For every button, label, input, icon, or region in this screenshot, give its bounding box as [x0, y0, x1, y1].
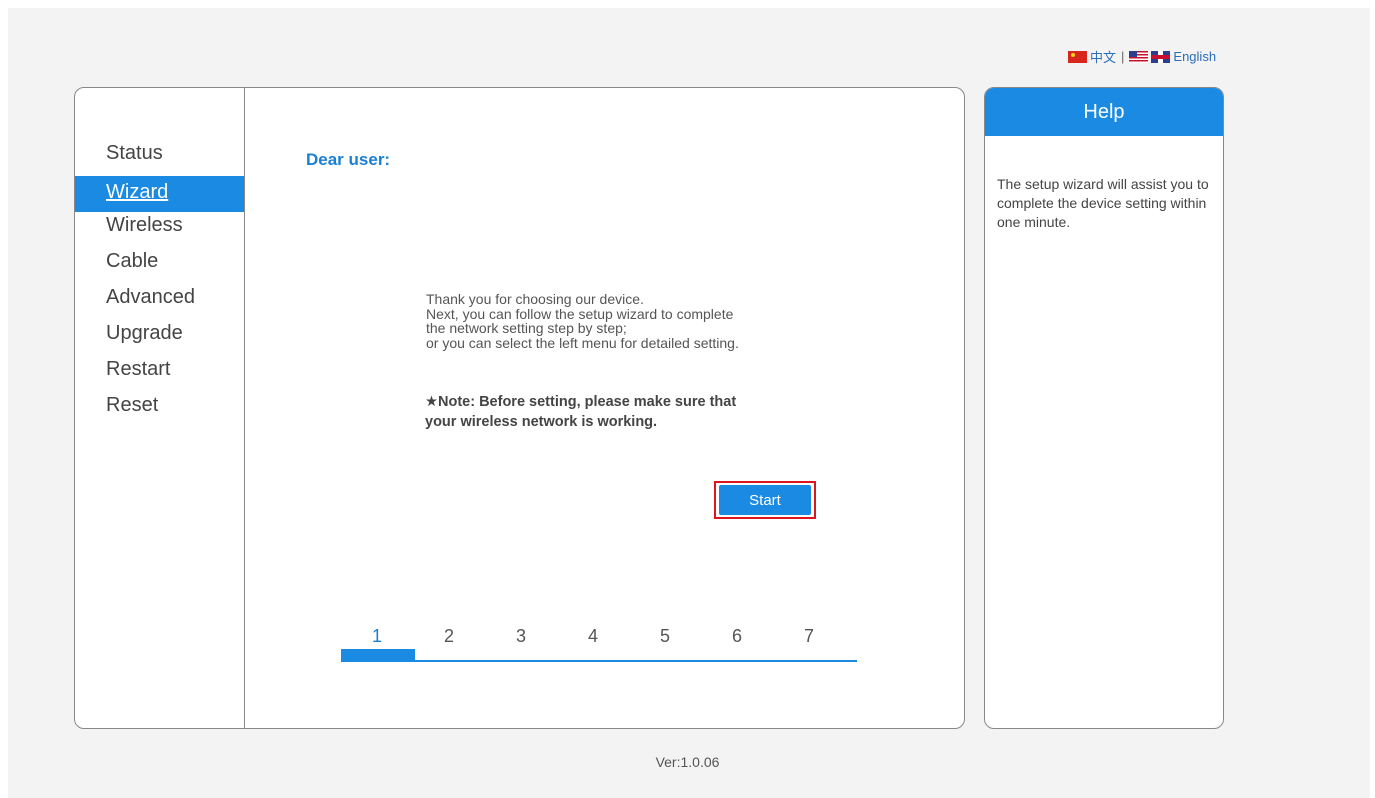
- step-number: 7: [803, 626, 814, 646]
- sidebar-item-wireless[interactable]: Wireless: [75, 212, 244, 248]
- step-progress-bar: [341, 649, 857, 662]
- uk-flag-icon: [1151, 50, 1171, 63]
- greeting-heading: Dear user:: [306, 150, 391, 169]
- language-separator: |: [1121, 49, 1125, 64]
- version-label: Ver:1.0.06: [655, 754, 720, 770]
- language-chinese-link[interactable]: 中文: [1090, 47, 1116, 66]
- language-switcher: 中文 | English: [1068, 47, 1216, 66]
- intro-line: or you can select the left menu for deta…: [426, 334, 739, 351]
- wizard-content: Dear user: Thank you for choosing our de…: [245, 88, 964, 728]
- step-number: 6: [731, 626, 742, 646]
- step-number: 3: [515, 626, 526, 646]
- main-panel: Status Wizard Wireless Cable Advanced Up…: [74, 87, 965, 729]
- sidebar-item-advanced[interactable]: Advanced: [75, 284, 244, 320]
- intro-line: Thank you for choosing our device.: [426, 291, 644, 307]
- start-button[interactable]: Start: [719, 485, 811, 515]
- sidebar: Status Wizard Wireless Cable Advanced Up…: [75, 88, 245, 728]
- intro-line: Next, you can follow the setup wizard to…: [426, 305, 734, 322]
- china-flag-icon: [1068, 50, 1087, 63]
- sidebar-item-upgrade[interactable]: Upgrade: [75, 320, 244, 356]
- step-number: 5: [659, 626, 670, 646]
- note-line: ★Note: Before setting, please make sure …: [425, 394, 737, 410]
- intro-line: the network setting step by step;: [426, 320, 627, 336]
- intro-text: Thank you for choosing our device. Next,…: [426, 292, 846, 350]
- note-line: your wireless network is working.: [425, 414, 658, 430]
- us-flag-icon: [1129, 50, 1149, 63]
- sidebar-item-cable[interactable]: Cable: [75, 248, 244, 284]
- step-numbers: 1 2 3 4 5 6 7: [341, 626, 857, 647]
- sidebar-item-restart[interactable]: Restart: [75, 356, 244, 392]
- step-indicator: 1 2 3 4 5 6 7: [341, 626, 857, 662]
- sidebar-menu: Status Wizard Wireless Cable Advanced Up…: [75, 140, 244, 428]
- step-number: 1: [371, 626, 382, 646]
- start-button-highlight: Start: [714, 481, 816, 519]
- help-panel: Help The setup wizard will assist you to…: [984, 87, 1224, 729]
- sidebar-item-status[interactable]: Status: [75, 140, 244, 176]
- sidebar-item-wizard[interactable]: Wizard: [75, 176, 244, 212]
- step-progress-fill: [341, 649, 415, 662]
- help-text: The setup wizard will assist you to comp…: [997, 176, 1209, 230]
- note-text: ★Note: Before setting, please make sure …: [425, 392, 845, 432]
- help-title: Help: [985, 88, 1223, 136]
- sidebar-item-reset[interactable]: Reset: [75, 392, 244, 428]
- language-english-link[interactable]: English: [1173, 49, 1216, 64]
- step-number: 2: [443, 626, 454, 646]
- step-number: 4: [587, 626, 598, 646]
